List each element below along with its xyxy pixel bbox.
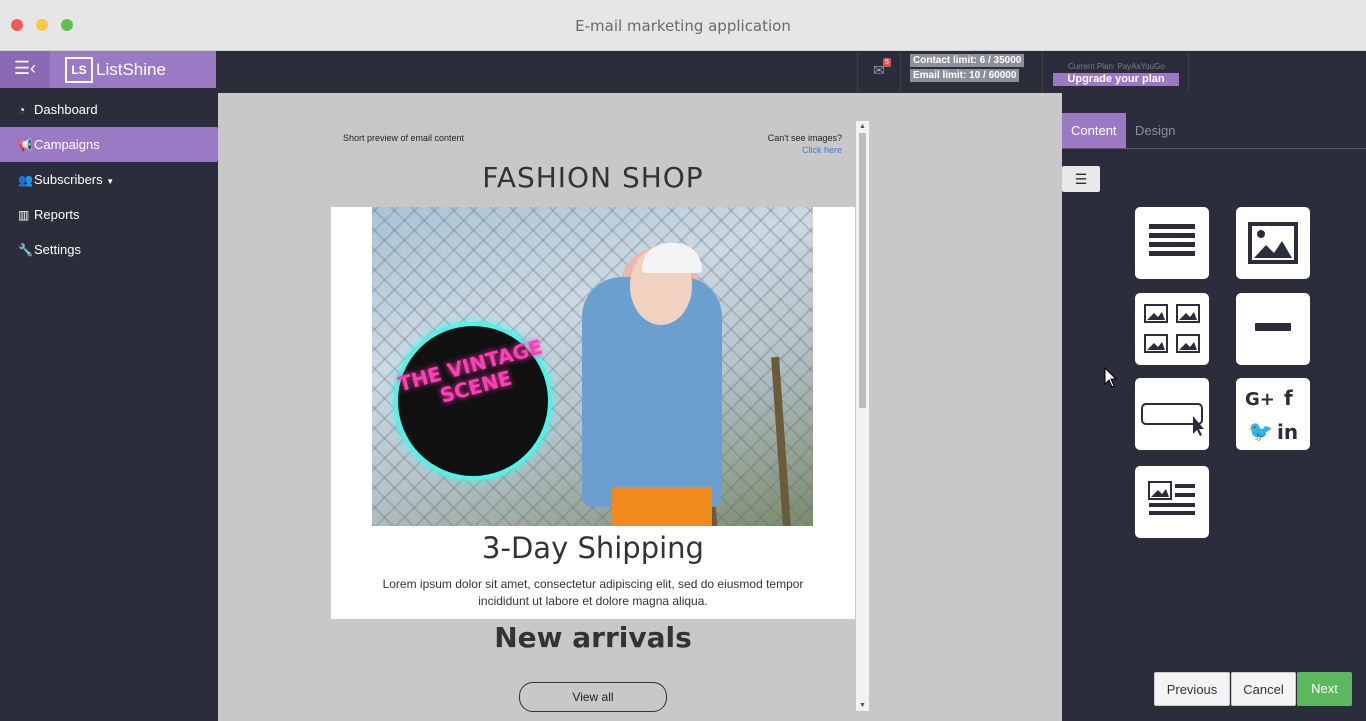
text-block[interactable] [1135,207,1209,279]
sidebar-item-label: Dashboard [34,102,98,117]
social-block[interactable]: G+ f 🐦 in [1236,378,1310,450]
email-editor-canvas: Short preview of email content Can't see… [218,93,1062,721]
divider [1188,51,1189,93]
text-lines-icon [1149,224,1195,256]
image-grid-block[interactable] [1135,293,1209,365]
brand-logo: LS [65,57,93,83]
wrench-icon: 🔧 [18,243,33,257]
sidebar-item-label: Settings [34,242,81,257]
users-icon: 👥 [18,173,33,187]
indent-icon: ☰ [1074,171,1088,187]
click-here-link[interactable]: Click here [802,145,842,155]
hero-image[interactable]: THE VINTAGE SCENE [372,207,813,526]
upgrade-plan-button[interactable]: Upgrade your plan [1053,73,1179,86]
cancel-button[interactable]: Cancel [1231,672,1296,706]
svg-text:🐦: 🐦 [1248,419,1273,443]
scroll-up-icon[interactable]: ▲ [859,123,866,130]
mouse-cursor-icon [1104,367,1118,388]
notification-badge: 5 [883,58,891,67]
sidebar-toggle-button[interactable]: ☰‹ [0,51,50,88]
scrollbar-thumb[interactable] [859,133,866,408]
button-block[interactable] [1135,378,1209,450]
cant-see-images-text: Can't see images? [767,133,842,143]
model-shirt [612,487,712,526]
email-content-block[interactable]: THE VINTAGE SCENE 3-Day Shipping Lorem i… [331,207,855,619]
view-all-button[interactable]: View all [519,682,667,712]
dashboard-icon: ◔ [18,103,26,117]
tab-content[interactable]: Content [1062,113,1126,149]
bullhorn-icon: 📢 [18,138,33,152]
image-icon [1248,222,1298,264]
sidebar-item-campaigns[interactable]: 📢Campaigns [0,127,224,162]
sidebar-item-subscribers[interactable]: 👥Subscribers ▼ [0,162,217,197]
sidebar-item-label: Reports [34,207,80,222]
previous-button[interactable]: Previous [1154,672,1230,706]
next-button[interactable]: Next [1297,672,1352,706]
current-plan-label: Current Plan: PayAsYouGo [1068,62,1165,71]
social-icons-icon: G+ f 🐦 in [1245,386,1298,444]
divider [1042,51,1043,93]
image-grid-icon [1144,304,1200,353]
image-block[interactable] [1236,207,1310,279]
window-title: E-mail marketing application [575,17,791,35]
sidebar-item-label: Campaigns [34,137,100,152]
body-text[interactable]: Lorem ipsum dolor sit amet, consectetur … [361,576,825,610]
section-title[interactable]: New arrivals [331,621,855,654]
tab-underline [1062,148,1366,149]
tab-design[interactable]: Design [1126,113,1184,149]
preheader-text[interactable]: Short preview of email content [343,133,464,143]
neon-sign-text: THE VINTAGE SCENE [395,334,545,408]
menu-collapse-icon: ☰‹ [13,58,37,78]
svg-text:in: in [1277,420,1298,444]
sidebar: ☰‹ LS ListShine ◔ Dashboard 📢Campaigns 👥S… [0,51,224,721]
email-limit-badge: Email limit: 10 / 60000 [910,69,1020,82]
image-text-block[interactable] [1135,466,1209,538]
sidebar-item-label: Subscribers [34,172,103,187]
contact-limit-badge: Contact limit: 6 / 35000 [910,54,1025,67]
caret-down-icon: ▼ [106,177,115,186]
scroll-down-icon[interactable]: ▼ [859,702,866,709]
sidebar-item-reports[interactable]: ▥ Reports [0,197,217,232]
headline-text[interactable]: 3-Day Shipping [331,531,855,565]
divider-icon [1255,323,1291,331]
divider [857,51,858,93]
button-icon [1141,403,1204,436]
collapse-panel-button[interactable]: ☰ [1062,166,1100,192]
brand-name: ListShine [96,60,166,79]
sidebar-item-dashboard[interactable]: ◔ Dashboard [0,92,217,127]
brand-bar: ☰‹ LS ListShine [0,51,216,88]
divider-block[interactable] [1236,293,1310,365]
bar-chart-icon: ▥ [18,208,30,222]
shop-title[interactable]: FASHION SHOP [331,161,855,194]
sidebar-nav: ◔ Dashboard 📢Campaigns 👥Subscribers ▼ ▥ Re… [0,92,224,267]
canvas-scrollbar[interactable]: ▲ ▼ [856,121,869,711]
image-text-icon [1148,481,1195,515]
svg-text:G+: G+ [1245,389,1275,410]
neon-sign: THE VINTAGE SCENE [394,322,552,480]
divider [900,51,901,93]
svg-text:f: f [1284,386,1293,410]
top-bar: ✉ 5 Contact limit: 6 / 35000 Email limit… [217,51,1366,93]
sidebar-item-settings[interactable]: 🔧Settings [0,232,217,267]
window-titlebar: E-mail marketing application [0,0,1366,51]
editor-side-panel: Content Design ☰ G+ f 🐦 in Previous Canc… [1062,93,1366,721]
